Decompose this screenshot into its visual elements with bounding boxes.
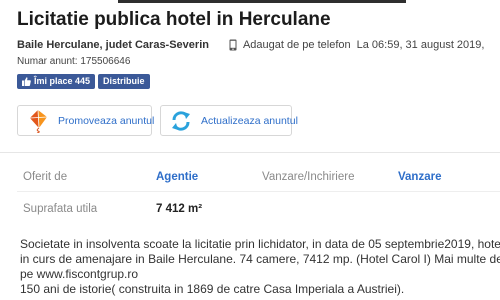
ad-number: Numar anunt: 175506646	[17, 56, 131, 67]
ad-title: Licitatie publica hotel in Herculane	[17, 9, 331, 30]
promote-ad-label: Promoveaza anuntul	[58, 114, 155, 127]
ad-location[interactable]: Baile Herculane, judet Caras-Severin	[17, 39, 209, 51]
update-ad-button[interactable]: Actualizeaza anuntul	[160, 105, 298, 136]
phone-icon	[229, 39, 237, 51]
like-label: Îmi place 445	[34, 76, 91, 86]
added-from-phone: Adaugat de pe telefon	[242, 39, 351, 51]
refresh-icon	[169, 109, 193, 133]
share-button[interactable]: Distribuie	[98, 74, 150, 89]
offered-by-label: Oferit de	[23, 171, 68, 183]
like-button[interactable]: Îmi place 445	[17, 74, 96, 89]
posted-time: La 06:59, 31 august 2019,	[356, 39, 485, 51]
description-line: pe www.fiscontgrup.ro	[20, 267, 139, 281]
section-divider	[0, 152, 500, 153]
ad-photo-edge[interactable]	[118, 0, 406, 3]
sale-type-value[interactable]: Vanzare	[398, 171, 441, 183]
promote-ad-button[interactable]: Promoveaza anuntul	[17, 105, 155, 136]
description-line: 150 ani de istorie( construita in 1869 d…	[20, 282, 405, 296]
description-line: Societate in insolventa scoate la licita…	[20, 237, 500, 251]
details-row-divider	[17, 191, 500, 192]
kite-icon	[26, 109, 50, 133]
area-value: 7 412 m²	[156, 203, 203, 215]
social-badges: Îmi place 445 Distribuie	[17, 74, 150, 89]
offered-by-value[interactable]: Agentie	[156, 171, 198, 183]
sale-type-label: Vanzare/Inchiriere	[262, 171, 355, 183]
description-line: in curs de amenajare in Baile Herculane.…	[20, 252, 500, 266]
ad-meta: Baile Herculane, judet Caras-Severin Ada…	[17, 39, 484, 51]
update-ad-label: Actualizeaza anuntul	[201, 114, 298, 127]
thumbs-up-icon	[22, 77, 31, 86]
area-label: Suprafata utila	[23, 203, 98, 215]
ad-description: Societate in insolventa scoate la licita…	[20, 237, 500, 297]
